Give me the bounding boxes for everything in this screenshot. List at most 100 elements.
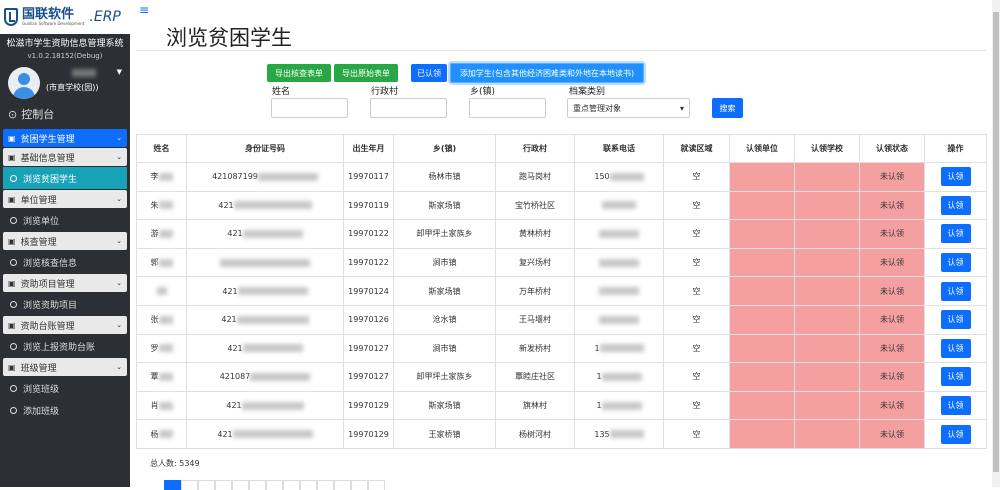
cell-claim-school bbox=[794, 333, 860, 364]
cell-status: 未认领 bbox=[859, 162, 925, 192]
id-value: 421 bbox=[227, 229, 243, 239]
sidebar-item[interactable]: 浏览班级 bbox=[0, 377, 130, 399]
brand-name: 国联软件 bbox=[22, 7, 75, 22]
cell-action: 认领 bbox=[924, 304, 987, 335]
birth-value: 19970127 bbox=[348, 372, 389, 382]
nav-dashboard[interactable]: ⊙ 控制台 bbox=[0, 100, 130, 128]
page-button[interactable] bbox=[368, 480, 385, 490]
village-input[interactable] bbox=[370, 98, 447, 118]
cell-claim-unit bbox=[729, 190, 795, 221]
name-input[interactable] bbox=[271, 98, 348, 118]
export-check-button[interactable]: 导出核查表单 bbox=[267, 64, 331, 82]
cell-phone bbox=[574, 219, 664, 249]
approve-button[interactable]: 认领 bbox=[940, 424, 971, 444]
circle-icon bbox=[10, 300, 17, 308]
cell-status: 未认领 bbox=[859, 190, 925, 221]
approve-button[interactable]: 认领 bbox=[940, 253, 971, 273]
scrollbar-thumb[interactable] bbox=[993, 12, 999, 472]
brand-logo[interactable]: 国联软件 Guolian Software Development .ERP bbox=[0, 0, 130, 34]
sidebar-item[interactable]: 浏览核查信息 bbox=[0, 251, 130, 273]
page-button[interactable] bbox=[164, 480, 181, 490]
name-value: 朱 bbox=[150, 200, 159, 210]
sidebar-group[interactable]: ▣ 核查管理 ⌄ bbox=[3, 232, 127, 250]
cell-id: 421 bbox=[186, 390, 344, 421]
sidebar-group[interactable]: ▣ 资助项目管理 ⌄ bbox=[3, 274, 127, 292]
birth-value: 19970117 bbox=[348, 172, 389, 182]
sidebar-item[interactable]: 浏览资助项目 bbox=[0, 293, 130, 315]
redacted-text bbox=[599, 287, 639, 296]
page-button[interactable] bbox=[215, 480, 232, 490]
sidebar-group[interactable]: ▣ 基础信息管理 ⌄ bbox=[3, 148, 127, 166]
sidebar-group[interactable]: ▣ 资助台账管理 ⌄ bbox=[3, 316, 127, 334]
approve-button[interactable]: 认领 bbox=[940, 396, 971, 416]
user-panel[interactable]: (市直学校(园)) ▼ bbox=[4, 66, 126, 100]
sidebar-item[interactable]: 浏览上报资助台账 bbox=[0, 335, 130, 357]
cell-town: 卸甲坪土家族乡 bbox=[393, 362, 496, 392]
id-value: 421087199 bbox=[212, 172, 258, 182]
approve-button[interactable]: 认领 bbox=[940, 224, 971, 244]
search-button[interactable]: 搜索 bbox=[712, 98, 743, 118]
cell-area: 空 bbox=[663, 190, 730, 221]
page-button[interactable] bbox=[351, 480, 368, 490]
menu-toggle-icon[interactable]: ≡ bbox=[139, 3, 149, 17]
sidebar-item[interactable]: 添加班级 bbox=[0, 399, 130, 421]
cell-name: 李 bbox=[136, 162, 187, 192]
total-count: 总人数: 5349 bbox=[150, 459, 200, 468]
sidebar-item[interactable]: 浏览单位 bbox=[0, 209, 130, 231]
category-select[interactable]: 重点管理对象 ▾ bbox=[567, 98, 690, 118]
cell-village: 杨树河村 bbox=[495, 419, 575, 449]
cell-village: 复兴场村 bbox=[495, 247, 575, 278]
approve-button[interactable]: 认领 bbox=[940, 195, 971, 215]
page-button[interactable] bbox=[283, 480, 300, 490]
page-button[interactable] bbox=[181, 480, 198, 490]
page-button[interactable] bbox=[266, 480, 283, 490]
page-button[interactable] bbox=[198, 480, 215, 490]
area-value: 空 bbox=[692, 429, 701, 439]
sidebar-item-label: 浏览上报资助台账 bbox=[23, 342, 96, 353]
export-original-button[interactable]: 导出原始表单 bbox=[334, 64, 398, 82]
town-value: 卸甲坪土家族乡 bbox=[416, 229, 473, 239]
page-button[interactable] bbox=[300, 480, 317, 490]
town-input[interactable] bbox=[469, 98, 546, 118]
sidebar-group[interactable]: ▣ 单位管理 ⌄ bbox=[3, 190, 127, 208]
page-button[interactable] bbox=[249, 480, 266, 490]
cell-town: 杨林市镇 bbox=[393, 162, 496, 192]
redacted-text bbox=[599, 344, 644, 353]
cell-area: 空 bbox=[663, 304, 730, 335]
phone-value: 150 bbox=[594, 172, 610, 182]
avatar bbox=[8, 67, 40, 99]
redacted-text bbox=[599, 229, 639, 238]
circle-icon bbox=[10, 384, 17, 392]
redacted-text bbox=[242, 344, 303, 353]
sidebar-item[interactable]: 浏览贫困学生 bbox=[3, 167, 127, 189]
redacted-text bbox=[233, 201, 312, 210]
sidebar-group[interactable]: ▣ 班级管理 ⌄ bbox=[3, 358, 127, 376]
cell-claim-school bbox=[794, 304, 860, 335]
redacted-text bbox=[158, 201, 173, 210]
approve-button[interactable]: 认领 bbox=[940, 167, 971, 187]
approved-button[interactable]: 已认领 bbox=[411, 64, 447, 82]
cell-village: 王马堰村 bbox=[495, 304, 575, 335]
page-button[interactable] bbox=[317, 480, 334, 490]
town-value: 斯家场镇 bbox=[428, 401, 461, 411]
sidebar-group[interactable]: ▣ 贫困学生管理 ⌄ bbox=[3, 129, 127, 147]
scrollbar[interactable] bbox=[992, 0, 1000, 487]
town-value: 王家桥镇 bbox=[428, 429, 461, 439]
birth-value: 19970122 bbox=[348, 229, 389, 239]
approve-button[interactable]: 认领 bbox=[940, 367, 971, 387]
caret-down-icon[interactable]: ▼ bbox=[117, 68, 122, 76]
cell-phone bbox=[574, 276, 664, 306]
redacted-text bbox=[158, 372, 173, 381]
cell-status: 未认领 bbox=[859, 333, 925, 364]
page-button[interactable] bbox=[232, 480, 249, 490]
page-button[interactable] bbox=[334, 480, 351, 490]
user-name-redacted bbox=[72, 69, 96, 77]
chevron-down-icon: ⌄ bbox=[116, 279, 122, 287]
cell-name: 覃 bbox=[136, 362, 187, 392]
approve-button[interactable]: 认领 bbox=[940, 338, 971, 358]
redacted-text bbox=[257, 172, 318, 181]
approve-button[interactable]: 认领 bbox=[940, 281, 971, 301]
add-student-button[interactable]: 添加学生(包含其他经济困难类和外地在本地读书) bbox=[450, 63, 644, 83]
approve-button[interactable]: 认领 bbox=[940, 310, 971, 330]
cell-action: 认领 bbox=[924, 219, 987, 249]
